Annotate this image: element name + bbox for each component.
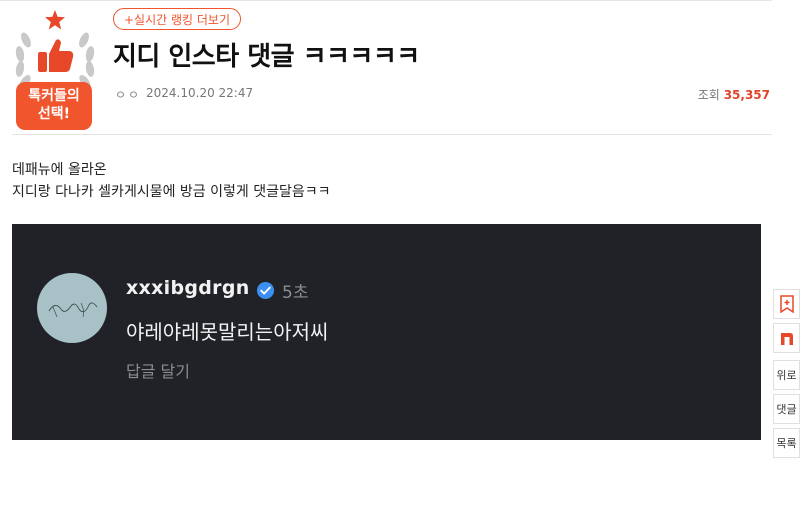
signature-logo (48, 302, 98, 318)
view-count-value: 35,357 (723, 88, 770, 102)
view-count: 조회 35,357 (698, 86, 770, 103)
top-border (0, 0, 772, 1)
badge-label-box: 톡커들의 선택! (16, 82, 92, 130)
bookmark-plus-icon (779, 295, 794, 313)
n-logo-icon (780, 333, 793, 345)
comment-username[interactable]: xxxibgdrgn (126, 277, 250, 299)
post-author: ㅇㅇ (115, 88, 142, 102)
bookmark-button[interactable] (773, 289, 800, 319)
post-body: 데패뉴에 올라온 지디랑 다나카 셀카게시물에 방금 이렇게 댓글달음ㅋㅋ (12, 159, 331, 203)
instagram-comment-screenshot: xxxibgdrgn 5초 야레야레못말리는아저씨 답글 달기 (12, 224, 761, 440)
scroll-up-button[interactable]: 위로 (773, 360, 800, 390)
post-date: 2024.10.20 22:47 (146, 86, 254, 100)
comments-button[interactable]: 댓글 (773, 394, 800, 424)
view-count-label: 조회 (697, 88, 720, 102)
post-title: 지디 인스타 댓글 ㅋㅋㅋㅋㅋ (113, 42, 420, 72)
badge-line-2: 선택! (37, 106, 71, 122)
realtime-ranking-button[interactable]: +실시간 랭킹 더보기 (113, 8, 242, 30)
talkers-choice-badge: 톡커들의 선택! (12, 10, 98, 130)
naver-share-button[interactable] (773, 323, 800, 353)
reply-link[interactable]: 답글 달기 (126, 358, 190, 382)
thumbs-up-icon (38, 39, 74, 72)
avatar (37, 273, 107, 343)
post-body-line: 지디랑 다나카 셀카게시물에 방금 이렇게 댓글달음ㅋㅋ (12, 184, 331, 200)
header-divider (12, 134, 772, 135)
list-button[interactable]: 목록 (773, 428, 800, 458)
comment-text: 야레야레못말리는아저씨 (126, 320, 329, 344)
verified-badge-icon (256, 281, 275, 300)
post-body-line: 데패뉴에 올라온 (12, 162, 107, 178)
badge-line-1: 톡커들의 (28, 88, 80, 104)
comment-time: 5초 (282, 283, 309, 303)
